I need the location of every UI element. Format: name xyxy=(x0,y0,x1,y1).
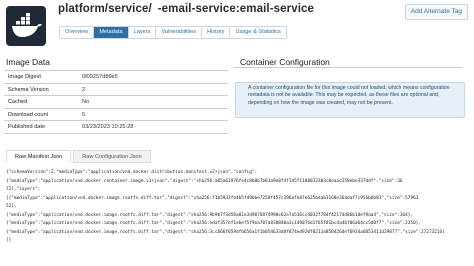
tab-layers[interactable]: Layers xyxy=(128,27,157,38)
json-line: [{"mediaType":"application/vnd.docker.im… xyxy=(6,195,419,201)
table-row: Cached No xyxy=(4,96,228,109)
docker-logo-icon xyxy=(6,6,46,46)
tab-history[interactable]: History xyxy=(202,27,231,38)
row-key: Schema Version xyxy=(8,86,49,93)
image-data-heading: Image Data xyxy=(6,57,50,67)
json-line: 72},"layers": xyxy=(6,187,41,192)
table-row: Schema Version 2 xyxy=(4,84,228,96)
row-key: Download count xyxy=(8,111,49,118)
config-notice: A container configuration file for this … xyxy=(235,82,465,118)
json-line: {"mediaType":"application/vnd.docker.ima… xyxy=(6,221,422,226)
row-key: Cached xyxy=(8,99,28,105)
container-configuration-heading: Container Configuration xyxy=(240,57,330,67)
repository-title: platform/service/ -email-service:email-se… xyxy=(58,3,314,15)
json-line: {"mediaType":"application/vnd.docker.ima… xyxy=(6,212,414,218)
add-alternate-tag-button[interactable]: Add Alternate Tag xyxy=(404,4,468,20)
json-tabs: Raw Manifest Json Raw Configuration Json xyxy=(6,150,153,163)
row-value: No xyxy=(82,99,90,105)
repo-path: platform/service/ xyxy=(58,3,152,15)
row-value: 6f09257d89e5 xyxy=(82,74,118,80)
tab-raw-configuration-json[interactable]: Raw Configuration Json xyxy=(73,150,151,163)
row-key: Published date xyxy=(8,124,46,130)
image-data-table: Image Digest 6f09257d89e5 Schema Version… xyxy=(4,70,228,134)
tab-metadata[interactable]: Metadata xyxy=(94,27,129,38)
tab-raw-manifest-json[interactable]: Raw Manifest Json xyxy=(6,150,72,163)
row-value: 03/23/2023 10:25:28 xyxy=(82,124,134,130)
tab-vulnerabilities[interactable]: Vulnerabilities xyxy=(156,27,203,38)
row-value: 2 xyxy=(82,86,86,93)
image-tabs: Overview Metadata Layers Vulnerabilities… xyxy=(59,26,287,39)
json-line: {"mediaType":"application/vnd.docker.con… xyxy=(6,178,403,184)
json-line: {"mediaType":"application/vnd.docker.ima… xyxy=(6,229,445,235)
json-line: {"schemaVersion":2,"mediaType":"applicat… xyxy=(6,170,258,175)
json-line: 52}, xyxy=(6,204,17,209)
table-row: Image Digest 6f09257d89e5 xyxy=(4,71,228,84)
raw-manifest-json: {"schemaVersion":2,"mediaType":"applicat… xyxy=(6,165,468,263)
tag-name: -email-service:email-service xyxy=(157,3,314,15)
table-row: Published date 03/23/2023 10:25:28 xyxy=(4,121,228,134)
tab-overview[interactable]: Overview xyxy=(60,27,95,38)
row-value: 5 xyxy=(82,111,86,118)
json-line: ]} xyxy=(6,238,12,243)
tab-usage-statistics[interactable]: Usage & Statistics xyxy=(230,27,286,38)
row-key: Image Digest xyxy=(8,74,41,80)
divider xyxy=(234,67,462,68)
table-row: Download count 5 xyxy=(4,109,228,121)
